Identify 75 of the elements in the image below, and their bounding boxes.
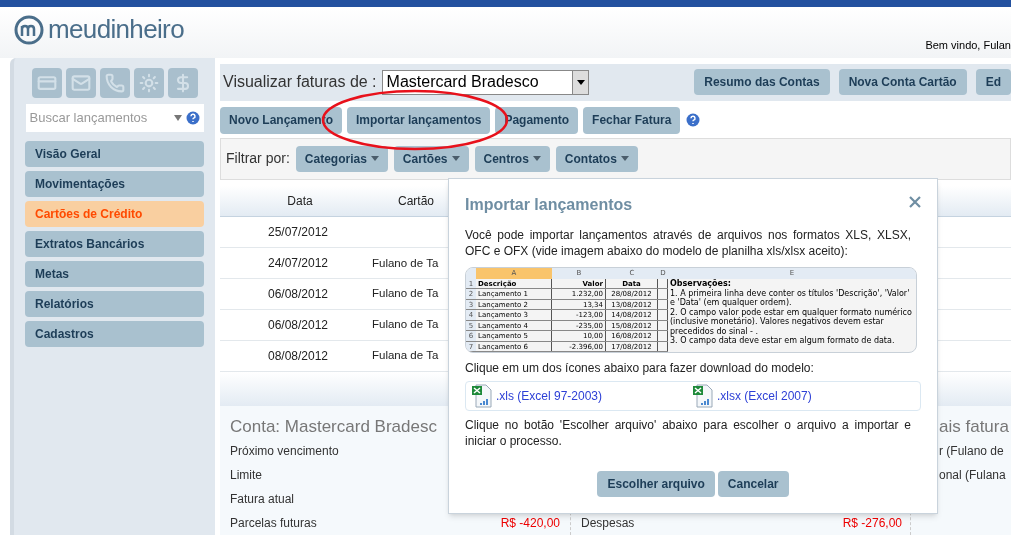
toolbar-button[interactable]: Ed (975, 69, 1011, 96)
filter-dropdown[interactable]: Categorias (295, 145, 388, 172)
table-cell-text: 08/08/2012 (266, 347, 330, 365)
summary-label: Fatura atual (230, 491, 295, 508)
phone-button[interactable] (99, 68, 130, 98)
logo-icon (14, 14, 44, 45)
summary-label: Limite (230, 467, 262, 484)
spreadsheet-file-icon (472, 384, 492, 408)
note-text: 1. A primeira linha deve conter os títulos 'Descrição', 'Valor' e 'Data' (em qualquer ordem). (670, 288, 911, 307)
mail-icon (70, 73, 91, 93)
mail-button[interactable] (65, 68, 96, 98)
search-field[interactable]: Buscar lançamentos (25, 104, 204, 132)
amount-value: R$ -420,00 (500, 515, 560, 532)
logo-text: meudinheiro (48, 13, 184, 46)
summary-label: onal (Fulana (939, 467, 1007, 484)
dialog-title: Importar lançamentos (465, 195, 633, 215)
filter-dropdown[interactable]: Centros (474, 145, 550, 172)
action-button[interactable]: Importar lançamentos (347, 106, 491, 134)
table-cell-text: 06/08/2012 (266, 286, 330, 304)
close-icon[interactable] (909, 196, 921, 208)
summary-label: Próximo vencimento (230, 443, 339, 460)
summary-label: Parcelas futuras (230, 515, 317, 532)
card-select[interactable]: Mastercard Bradesco (381, 69, 590, 95)
caret-icon (620, 156, 629, 162)
filter-dropdown[interactable]: Contatos (555, 145, 638, 172)
download-hint: Clique em um dos ícones abaixo para fazer download do modelo: (465, 360, 815, 377)
summary-label: Despesas (581, 515, 635, 532)
choose-file-button[interactable]: Escolher arquivo (597, 471, 715, 497)
note-text: 3. O campo data deve estar em algum formato de data. (670, 336, 896, 346)
spreadsheet-file-icon (693, 384, 713, 408)
table-cell-text: Fulano de Ta (372, 317, 439, 333)
dropdown-arrow-icon (576, 79, 585, 85)
caret-icon (451, 156, 460, 162)
dialog-text: Clique no botão 'Escolher arquivo' abaixo para escolher o arquivo a importar e iniciar o processo. (465, 417, 911, 449)
nav-item[interactable]: Relatórios (25, 291, 204, 317)
nav-item[interactable]: Metas (25, 261, 204, 287)
nav-item[interactable]: Extratos Bancários (25, 231, 204, 257)
summary-title: ais fatura (939, 415, 1010, 438)
note-text: 2. O campo valor pode estar em qualquer formato numérico (inclusive monetário). Valores negativos devem estar precedidos do sinal - . (670, 307, 913, 336)
caret-icon (370, 156, 379, 162)
toolbar-button[interactable]: Resumo das Contas (694, 69, 830, 96)
help-icon[interactable] (686, 113, 701, 128)
table-cell-text: 06/08/2012 (266, 316, 330, 334)
dialog-text: Você pode importar lançamentos através de arquivos nos formatos XLS, XLSX, OFC e OFX (vide imagem abaixo do modelo de planilha xls/xlsx aceito): (465, 227, 911, 259)
table-cell-text: Fulano de Ta (372, 286, 439, 302)
action-button[interactable]: Fechar Fatura (583, 106, 681, 134)
card-button[interactable] (31, 68, 62, 98)
column-header: Cartão (397, 193, 435, 211)
summary-title: Conta: Mastercard Bradesc (230, 415, 437, 438)
gear-button[interactable] (133, 68, 164, 98)
table-cell-text: 25/07/2012 (266, 224, 330, 242)
nav-item[interactable]: Cadastros (25, 321, 204, 347)
filter-label: Filtrar por: (226, 149, 290, 169)
table-cell-text: 24/07/2012 (266, 255, 330, 273)
amount-value: R$ -276,00 (842, 515, 902, 532)
nav-item[interactable]: Visão Geral (25, 141, 204, 167)
cancel-button[interactable]: Cancelar (717, 471, 789, 497)
card-icon (36, 73, 57, 93)
toolbar-button[interactable]: Nova Conta Cartão (838, 69, 967, 96)
column-header: Data (286, 193, 314, 211)
caret-icon (532, 156, 541, 162)
search-input[interactable]: Buscar lançamentos (29, 108, 170, 128)
download-link[interactable]: .xls (Excel 97-2003) (496, 387, 603, 405)
phone-icon (104, 73, 125, 93)
nav-item[interactable]: Movimentações (25, 171, 204, 197)
welcome-text: Bem vindo, Fulan (925, 38, 1011, 53)
help-icon[interactable] (185, 111, 200, 125)
download-link[interactable]: .xlsx (Excel 2007) (717, 387, 812, 405)
summary-label: r (Fulano de (939, 443, 1005, 460)
toolbar-label: Visualizar faturas de : (223, 72, 377, 93)
dropdown-arrow-icon[interactable] (173, 115, 182, 121)
notes-title: Observações: (670, 279, 732, 289)
table-cell-text: Fulano de Ta (372, 255, 439, 271)
dollar-button[interactable] (167, 68, 198, 98)
table-cell-text: Fulana de Ta (372, 348, 439, 364)
